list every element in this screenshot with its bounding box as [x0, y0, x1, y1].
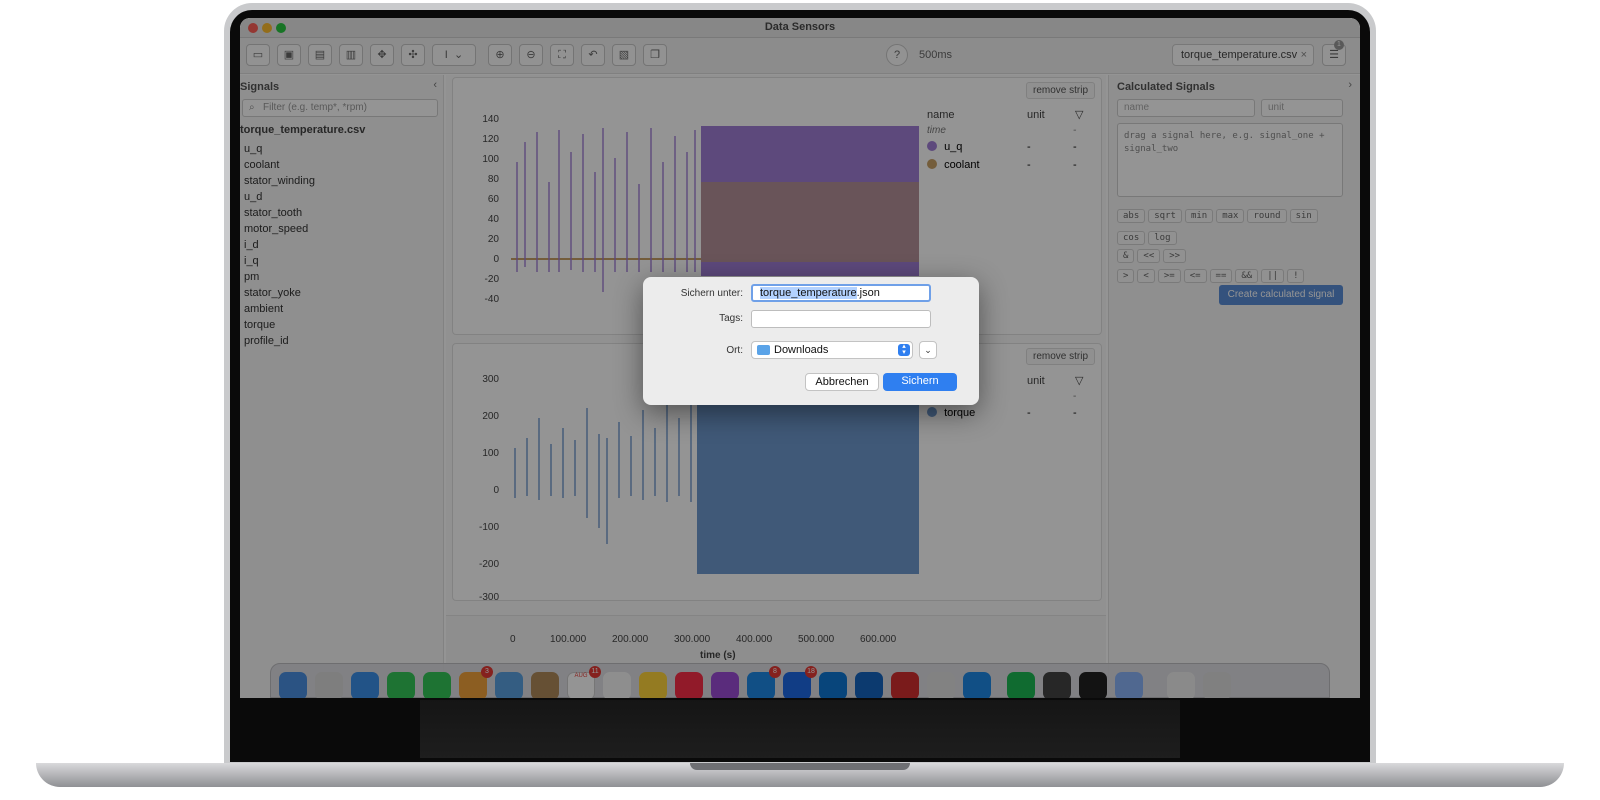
save-dialog: Sichern unter: torque_temperature.json T…: [643, 277, 979, 405]
laptop-notch: [690, 763, 910, 770]
save-as-label: Sichern unter:: [680, 288, 743, 299]
folder-icon: [757, 345, 770, 355]
filename-extension: .json: [856, 287, 880, 299]
location-select[interactable]: Downloads ▴ ▾: [751, 341, 913, 359]
screen: Data Sensors ▭ ▣ ▤ ▥ ✥ ✣ I ⌄ ⊕ ⊖ ⛶ ↶ ▧ ❐…: [240, 18, 1360, 698]
tags-label: Tags:: [719, 313, 743, 324]
expand-dialog-button[interactable]: ⌄: [919, 341, 937, 359]
filename-input[interactable]: torque_temperature.json: [751, 284, 931, 302]
location-label: Ort:: [726, 345, 743, 356]
updown-chevron-icon: ▴ ▾: [898, 343, 910, 356]
filename-selected: torque_temperature: [760, 287, 857, 299]
tags-input[interactable]: [751, 310, 931, 328]
cancel-button[interactable]: Abbrechen: [805, 373, 879, 391]
keyboard-reflection: [420, 700, 1180, 758]
save-button[interactable]: Sichern: [883, 373, 957, 391]
location-value: Downloads: [774, 344, 829, 356]
